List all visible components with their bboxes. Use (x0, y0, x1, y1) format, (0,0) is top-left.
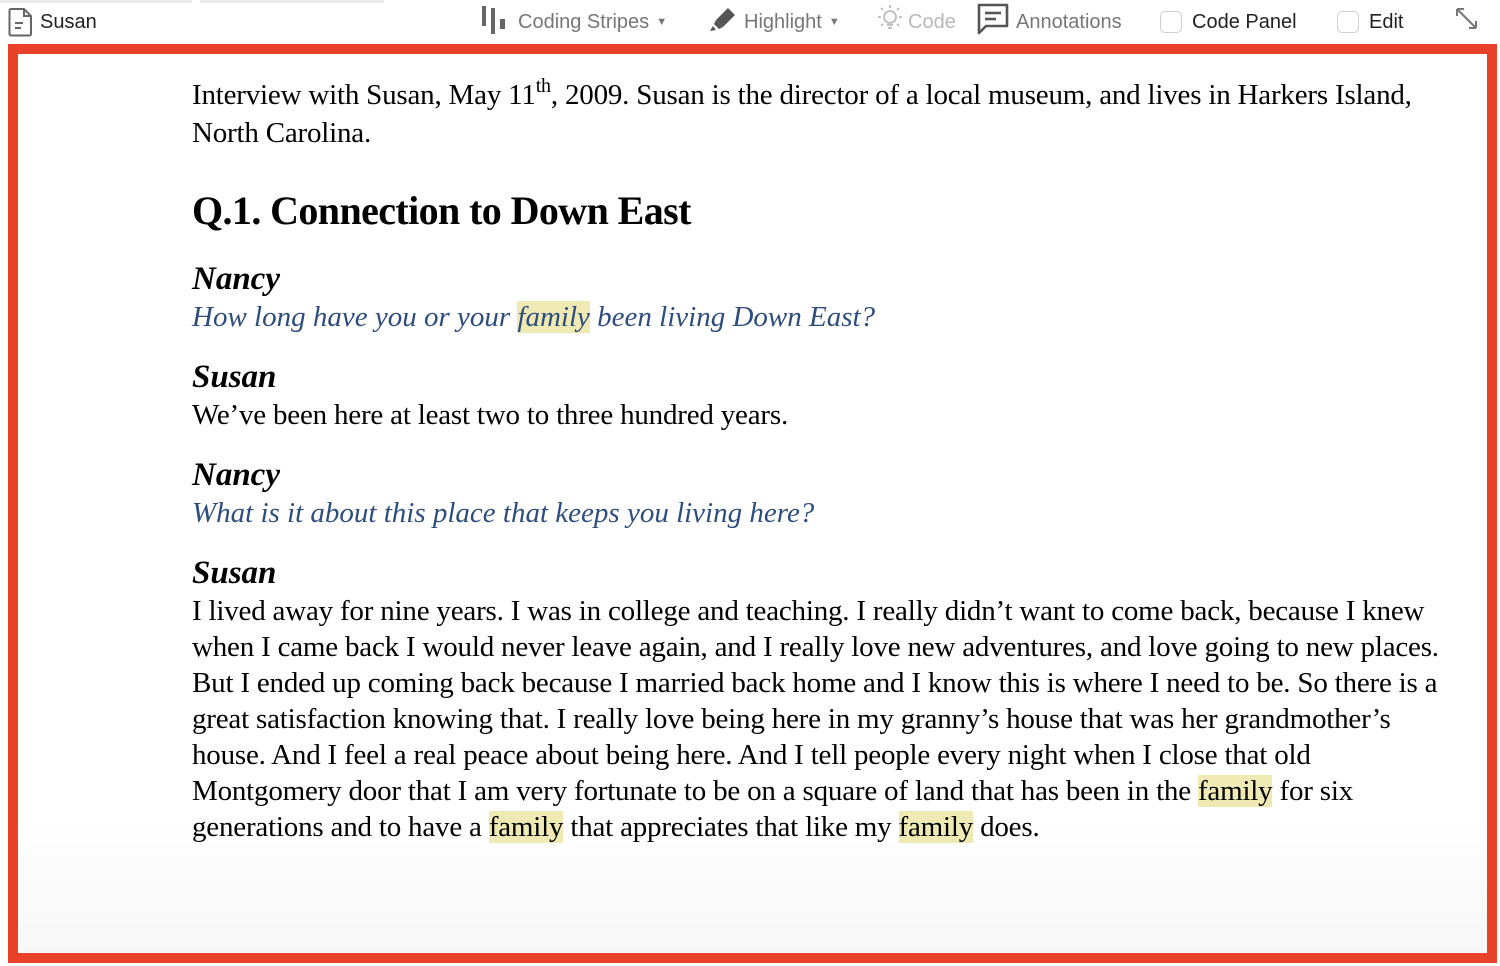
document-name: Susan (40, 10, 97, 33)
intro-text: Interview with Susan, May 11 (192, 79, 536, 111)
transcript-block: Susan We’ve been here at least two to th… (192, 357, 1442, 433)
coding-stripes-label: Coding Stripes (518, 10, 650, 33)
speaker-name: Nancy (192, 457, 280, 493)
coding-stripes-button[interactable]: Coding Stripes ▼ (480, 6, 667, 38)
annotations-label: Annotations (1016, 10, 1122, 33)
speaker-name: Susan (192, 359, 277, 395)
highlighted-term[interactable]: family (488, 811, 563, 843)
text-segment: How long have you or your (192, 301, 518, 333)
chevron-down-icon: ▼ (656, 16, 668, 28)
chevron-down-icon: ▼ (828, 16, 840, 28)
ordinal-suffix: th (535, 75, 551, 97)
answer-text: We’ve been here at least two to three hu… (192, 399, 788, 431)
document-viewer[interactable]: Interview with Susan, May 11th, 2009. Su… (8, 44, 1497, 963)
transcript-block: Susan I lived away for nine years. I was… (192, 553, 1442, 845)
code-panel-checkbox[interactable] (1160, 11, 1182, 33)
coding-stripes-icon (480, 4, 512, 40)
code-button[interactable]: Code (874, 3, 956, 41)
text-segment: that appreciates that like my (563, 811, 899, 843)
highlight-label: Highlight (744, 10, 822, 33)
comment-icon (976, 2, 1010, 42)
expand-arrows-icon (1454, 6, 1480, 38)
section-heading: Q.1. Connection to Down East (192, 188, 691, 233)
document-icon (8, 7, 34, 37)
document-content: Interview with Susan, May 11th, 2009. Su… (192, 75, 1442, 845)
transcript-block: Nancy What is it about this place that k… (192, 455, 1442, 531)
document-toolbar: Susan Coding Stripes ▼ Highlight ▼ Code An… (0, 0, 1500, 44)
code-label: Code (908, 10, 956, 33)
speaker-name: Nancy (192, 261, 280, 297)
highlighted-term[interactable]: family (517, 301, 590, 333)
lightbulb-icon (874, 3, 906, 41)
highlighted-term[interactable]: family (898, 811, 973, 843)
highlighted-term[interactable]: family (1197, 775, 1273, 807)
edit-toggle[interactable]: Edit (1337, 6, 1403, 38)
text-segment: does. (973, 811, 1040, 843)
transcript-block: Nancy How long have you or your family b… (192, 259, 1442, 335)
question-text: What is it about this place that keeps y… (192, 497, 815, 529)
code-panel-label: Code Panel (1192, 10, 1297, 33)
speaker-name: Susan (192, 555, 277, 591)
question-text: How long have you or your family been li… (192, 299, 1442, 335)
document-title: Susan (8, 7, 97, 37)
answer-text: I lived away for nine years. I was in co… (192, 593, 1442, 845)
expand-button[interactable] (1454, 6, 1480, 38)
text-segment: been living Down East? (589, 301, 876, 333)
intro-paragraph: Interview with Susan, May 11th, 2009. Su… (192, 75, 1442, 151)
highlight-button[interactable]: Highlight ▼ (708, 6, 840, 38)
annotations-button[interactable]: Annotations (976, 3, 1122, 38)
code-panel-toggle[interactable]: Code Panel (1160, 6, 1297, 38)
highlighter-icon (708, 5, 738, 39)
edit-label: Edit (1369, 10, 1404, 33)
edit-checkbox[interactable] (1337, 11, 1359, 33)
